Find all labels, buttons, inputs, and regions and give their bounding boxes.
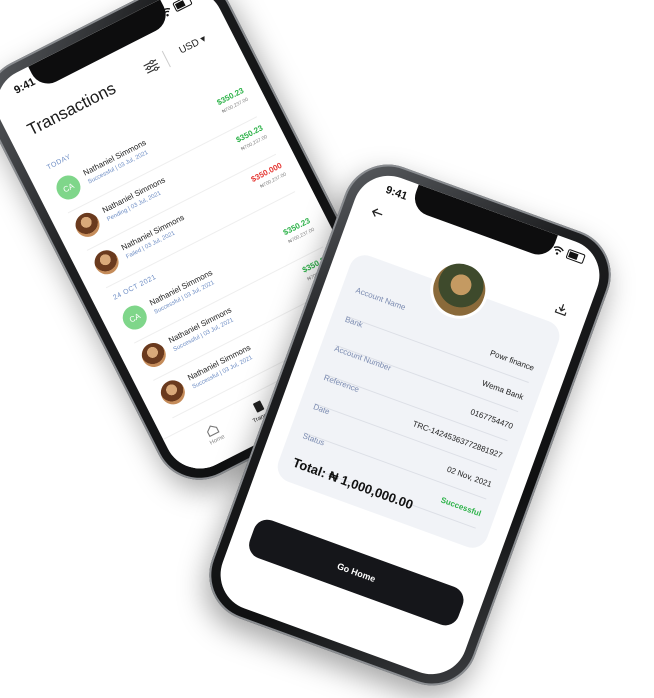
avatar: CA: [118, 301, 151, 334]
back-arrow-icon[interactable]: [370, 206, 385, 220]
header-divider: [161, 50, 171, 68]
currency-select[interactable]: USD ▾: [177, 33, 208, 56]
nav-home[interactable]: Home: [192, 416, 237, 452]
avatar: [156, 376, 190, 409]
status-time: 9:41: [12, 75, 38, 97]
detail-label: Bank: [343, 314, 365, 330]
avatar: [90, 246, 123, 279]
detail-label: Date: [312, 402, 331, 417]
avatar: [137, 338, 170, 372]
avatar: [71, 208, 104, 242]
status-time: 9:41: [384, 183, 409, 203]
avatar: CA: [52, 171, 85, 204]
filter-icon[interactable]: [143, 58, 161, 75]
detail-label: Account Name: [354, 285, 407, 313]
battery-icon: [172, 0, 193, 13]
battery-icon: [565, 248, 586, 265]
download-icon[interactable]: [554, 301, 569, 317]
detail-value: Successful: [439, 495, 483, 519]
